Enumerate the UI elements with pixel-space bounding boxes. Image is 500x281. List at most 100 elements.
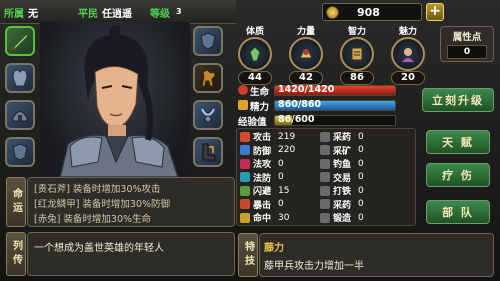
attr-points-value: 0	[447, 45, 487, 59]
stat-cell: 采药 0	[320, 130, 364, 143]
stat-value: 0	[278, 199, 284, 209]
hp-row: 生命 1420/1420	[238, 84, 414, 98]
currency-amount: 908	[357, 6, 380, 19]
shield-slot[interactable]	[193, 26, 223, 56]
stat-cell: 闪避 15	[240, 184, 289, 197]
coin-icon	[326, 6, 339, 19]
hp-text: 1420/1420	[278, 84, 335, 95]
stat-value: 30	[278, 212, 290, 223]
energy-label: 精力	[250, 102, 270, 113]
stat-label: 命中	[253, 214, 272, 224]
title-value: 任逍遥	[102, 9, 132, 20]
stat-cell: 交易 0	[320, 171, 364, 184]
stat-icon	[240, 131, 250, 142]
stat-label: 采药	[333, 133, 352, 143]
rank-label: 平民	[78, 9, 98, 20]
attr-points-label: 属性点	[452, 32, 482, 43]
stat-icon	[320, 172, 330, 182]
hp-label: 生命	[250, 87, 270, 98]
stat-label: 采药	[333, 200, 352, 211]
stat-label: 暴击	[253, 200, 272, 211]
tab-fate[interactable]: 命运	[6, 177, 26, 227]
stat-icon	[240, 158, 250, 169]
stat-value: 0	[358, 158, 364, 169]
heal-button[interactable]: 疗 伤	[426, 163, 490, 187]
stat-icon	[320, 185, 330, 196]
accessory-slot[interactable]	[5, 137, 35, 167]
stat-cell: 钓鱼 0	[320, 157, 364, 170]
armor-slot[interactable]	[5, 63, 35, 93]
helmet-icon	[12, 111, 28, 122]
stat-value: 0	[358, 145, 364, 155]
weapon-icon	[11, 31, 29, 51]
armor-icon	[12, 69, 28, 87]
faction-value: 无	[28, 9, 38, 20]
heart-icon	[238, 85, 248, 95]
biography-text: 一个想成为盖世英雄的年轻人	[34, 243, 164, 254]
stat-icon	[320, 131, 330, 142]
attr-value: 20	[391, 71, 425, 85]
level-label: 等级	[150, 9, 170, 20]
necklace-slot[interactable]	[193, 100, 223, 130]
helmet-slot[interactable]	[5, 100, 35, 130]
energy-row: 精力 860/860	[238, 99, 414, 113]
stat-icon	[320, 145, 330, 155]
attr-intelligence: 智力 86	[340, 24, 374, 85]
upgrade-now-button[interactable]: 立刻升级	[422, 88, 494, 112]
stat-label: 打铁	[333, 187, 352, 197]
stat-cell: 采矿 0	[320, 144, 364, 157]
attr-name: 魅力	[398, 27, 417, 37]
stat-icon	[320, 158, 330, 169]
fate-line-1: [贵石斧] 装备时增加30%攻击	[34, 184, 161, 195]
add-currency-button[interactable]: +	[426, 3, 444, 21]
attr-charisma: 魅力 20	[391, 24, 425, 85]
weapon-slot[interactable]	[5, 26, 35, 56]
currency-box: 908	[322, 3, 422, 21]
troops-button[interactable]: 部 队	[426, 200, 490, 224]
necklace-icon	[201, 108, 215, 123]
exp-row: 经验值 86/600	[238, 114, 414, 128]
stat-value: 0	[358, 172, 364, 182]
special-skill-panel: 藤力 藤甲兵攻击力增加一半	[259, 233, 494, 277]
biography-tab-label: 列传	[10, 240, 22, 268]
attr-strength: 力量 42	[289, 24, 323, 85]
stat-value: 0	[358, 185, 364, 196]
tab-biography[interactable]: 列传	[6, 232, 26, 276]
attr-value: 86	[340, 71, 374, 85]
stat-cell: 采药 0	[320, 198, 364, 211]
level-value: 3	[176, 7, 182, 16]
mount-slot[interactable]	[193, 63, 223, 93]
exp-label: 经验值	[238, 117, 267, 128]
stat-label: 钓鱼	[333, 160, 352, 170]
talent-button[interactable]: 天 赋	[426, 130, 490, 154]
special-skill-desc: 藤甲兵攻击力增加一半	[264, 261, 364, 272]
stat-value: 0	[358, 131, 364, 142]
stat-label: 法防	[253, 173, 272, 184]
shield-icon	[12, 143, 28, 161]
stat-label: 防御	[253, 146, 272, 157]
constitution-icon	[238, 37, 272, 71]
stat-cell: 法防 0	[240, 171, 284, 184]
strength-icon	[289, 37, 323, 71]
attr-name: 智力	[347, 27, 366, 37]
faction-label: 所属	[4, 9, 24, 20]
stat-value: 0	[358, 199, 364, 209]
boots-slot[interactable]	[193, 137, 223, 167]
top-bar: 所属 无 平民 任逍遥 等级 3	[0, 0, 236, 24]
stat-value: 0	[278, 172, 284, 182]
stat-cell: 法攻 0	[240, 157, 284, 170]
hero-portrait	[40, 22, 190, 178]
stat-label: 锻造	[333, 214, 352, 224]
special-skill-tab-label: 特技	[242, 241, 254, 269]
stat-cell: 锻造 0	[320, 211, 364, 224]
tab-special-skill[interactable]: 特技	[238, 233, 258, 277]
energy-icon	[238, 100, 248, 110]
special-skill-name: 藤力	[264, 243, 284, 254]
shield-icon	[200, 32, 216, 50]
stat-cell: 命中 30	[240, 211, 289, 224]
stat-label: 攻击	[253, 133, 272, 143]
stat-value: 15	[278, 185, 290, 196]
stat-icon	[240, 172, 250, 182]
character-screen: 所属 无 平民 任逍遥 等级 3 908 + 命运 [贵石斧] 装备时增加30%…	[0, 0, 500, 281]
exp-text: 86/600	[278, 114, 315, 125]
